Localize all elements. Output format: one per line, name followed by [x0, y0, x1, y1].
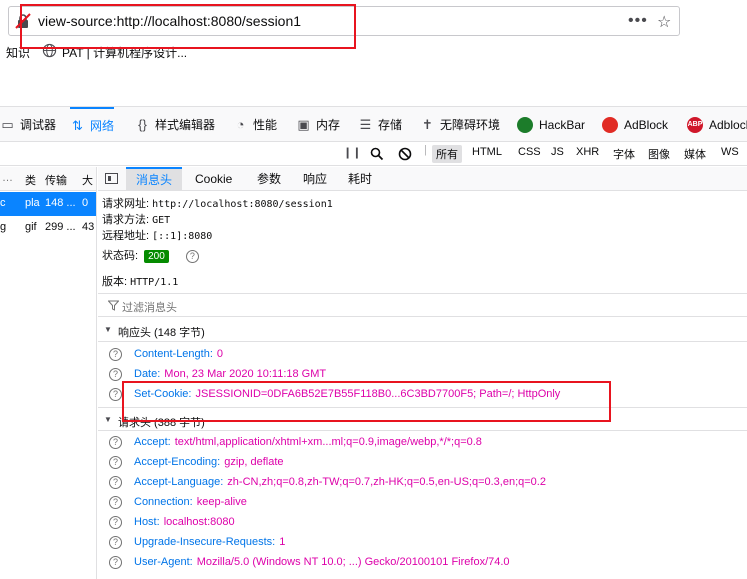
network-filter-bar: ❙❙ | 所有 HTML CSS JS XHR 字体 图像 媒体 WS: [0, 142, 747, 166]
memory-icon: ▣: [297, 116, 310, 132]
summary-status: 状态码: 200 ?: [102, 247, 199, 263]
devtools-toolbar: ▭ 调试器 ⇅ 网络 {} 样式编辑器 ◔ 性能 ▣ 内存 ☰ 存储 ✝ 无障碍…: [0, 106, 747, 142]
adblock-plus-icon: ABP: [687, 116, 703, 133]
column-transfer[interactable]: 传输: [45, 172, 67, 188]
page-actions-icon[interactable]: •••: [628, 12, 648, 30]
table-row[interactable]: c pla 148 ... 0: [0, 192, 96, 216]
tab-cookie[interactable]: Cookie: [185, 167, 242, 191]
filter-all[interactable]: 所有: [432, 145, 462, 163]
help-icon[interactable]: ?: [109, 348, 122, 361]
divider: |: [424, 144, 427, 156]
clear-icon[interactable]: [398, 147, 412, 161]
help-icon[interactable]: ?: [109, 476, 122, 489]
help-icon[interactable]: ?: [109, 516, 122, 529]
url-bar[interactable]: view-source:http://localhost:8080/sessio…: [8, 6, 680, 36]
tab-response[interactable]: 响应: [293, 167, 337, 191]
summary-version: 版本: HTTP/1.1: [102, 276, 179, 288]
header-row: ? Upgrade-Insecure-Requests: 1: [98, 533, 747, 553]
filter-js[interactable]: JS: [551, 146, 564, 158]
column-size[interactable]: 大: [82, 172, 93, 188]
header-row: ? Accept: text/html,application/xhtml+xm.…: [98, 433, 747, 453]
filter-media[interactable]: 媒体: [684, 146, 706, 162]
performance-icon: ◔: [236, 117, 245, 132]
bookmark-item[interactable]: 知识: [6, 44, 30, 61]
header-row: ? Date: Mon, 23 Mar 2020 10:11:18 GMT: [98, 365, 747, 385]
tab-adblock[interactable]: AdBlock: [602, 107, 668, 142]
tab-storage[interactable]: ☰ 存储: [358, 107, 402, 142]
header-row: ? Host: localhost:8080: [98, 513, 747, 533]
summary-method-value: GET: [152, 215, 171, 226]
bookmark-star-icon[interactable]: ☆: [657, 12, 671, 32]
request-list-header: … 类 传输 大: [0, 167, 96, 191]
help-icon[interactable]: ?: [109, 436, 122, 449]
tab-timings[interactable]: 耗时: [338, 167, 382, 191]
column-type[interactable]: 类: [25, 172, 36, 188]
bookmark-item[interactable]: PAT | 计算机程序设计...: [62, 44, 187, 61]
request-headers-section[interactable]: ▼ 请求头 (388 字节): [98, 407, 747, 431]
sidebar-toggle-icon[interactable]: [105, 173, 118, 184]
filter-icon: [108, 300, 119, 311]
style-editor-icon: {}: [138, 117, 147, 132]
column-divider: …: [2, 172, 13, 184]
insecure-lock-icon[interactable]: [15, 13, 31, 29]
bookmarks-toolbar: 知识 PAT | 计算机程序设计...: [0, 42, 747, 62]
table-row[interactable]: g gif 299 ... 43: [0, 216, 96, 240]
storage-icon: ☰: [359, 116, 372, 132]
help-icon[interactable]: ?: [109, 456, 122, 469]
tab-style-editor[interactable]: {} 样式编辑器: [135, 107, 215, 142]
filter-css[interactable]: CSS: [518, 146, 541, 158]
status-badge: 200: [144, 250, 169, 263]
pause-icon[interactable]: ❙❙: [343, 146, 361, 159]
header-filter-input[interactable]: 过滤消息头: [98, 293, 747, 317]
header-row: ? Accept-Encoding: gzip, deflate: [98, 453, 747, 473]
summary-version-value: HTTP/1.1: [130, 277, 179, 288]
search-icon[interactable]: [370, 147, 384, 161]
collapse-icon: ▼: [104, 415, 112, 424]
hackbar-icon: [517, 116, 533, 133]
request-details-panel: 消息头 Cookie 参数 响应 耗时 请求网址: http://localho…: [98, 167, 747, 579]
details-tabs: 消息头 Cookie 参数 响应 耗时: [98, 167, 747, 191]
header-row: ? Content-Length: 0: [98, 345, 747, 365]
header-row: ? User-Agent: Mozilla/5.0 (Windows NT 10.…: [98, 553, 747, 573]
summary-method: 请求方法: GET: [102, 214, 171, 226]
tab-params[interactable]: 参数: [247, 167, 291, 191]
tab-debugger[interactable]: ▭ 调试器: [0, 107, 56, 142]
summary-url: 请求网址: http://localhost:8080/session1: [102, 198, 333, 210]
tab-hackbar[interactable]: HackBar: [517, 107, 585, 142]
tab-memory[interactable]: ▣ 内存: [296, 107, 340, 142]
debugger-icon: ▭: [1, 116, 14, 132]
filter-xhr[interactable]: XHR: [576, 146, 599, 158]
filter-fonts[interactable]: 字体: [613, 146, 635, 162]
accessibility-icon: ✝: [422, 116, 433, 132]
help-icon[interactable]: ?: [109, 556, 122, 569]
url-text[interactable]: view-source:http://localhost:8080/sessio…: [38, 13, 301, 29]
help-icon[interactable]: ?: [109, 496, 122, 509]
help-icon[interactable]: ?: [109, 536, 122, 549]
tab-adblock-plus[interactable]: ABP Adblock: [687, 107, 747, 142]
help-icon[interactable]: ?: [185, 250, 199, 263]
help-icon[interactable]: ?: [109, 368, 122, 381]
tab-network[interactable]: ⇅ 网络: [70, 107, 115, 142]
header-row: ? Set-Cookie: JSESSIONID=0DFA6B52E7B55F11…: [98, 385, 747, 405]
request-list: … 类 传输 大 c pla 148 ... 0 g gif 299 ... 4…: [0, 167, 97, 579]
help-icon[interactable]: ?: [109, 388, 122, 401]
tab-accessibility[interactable]: ✝ 无障碍环境: [420, 107, 500, 142]
filter-images[interactable]: 图像: [648, 146, 670, 162]
tab-performance[interactable]: ◔ 性能: [233, 107, 277, 142]
filter-ws[interactable]: WS: [721, 146, 739, 158]
globe-icon: [42, 43, 57, 58]
tab-headers[interactable]: 消息头: [126, 167, 183, 191]
summary-url-value: http://localhost:8080/session1: [152, 199, 333, 210]
filter-html[interactable]: HTML: [472, 146, 502, 158]
summary-remote-value: [::1]:8080: [152, 231, 213, 242]
header-row: ? Accept-Language: zh-CN,zh;q=0.8,zh-TW;q…: [98, 473, 747, 493]
network-icon: ⇅: [72, 117, 83, 133]
collapse-icon: ▼: [104, 325, 112, 334]
response-headers-section[interactable]: ▼ 响应头 (148 字节): [98, 318, 747, 342]
adblock-icon: [602, 116, 618, 133]
summary-remote: 远程地址: [::1]:8080: [102, 230, 213, 242]
header-row: ? Connection: keep-alive: [98, 493, 747, 513]
header-filter-placeholder: 过滤消息头: [122, 302, 177, 314]
